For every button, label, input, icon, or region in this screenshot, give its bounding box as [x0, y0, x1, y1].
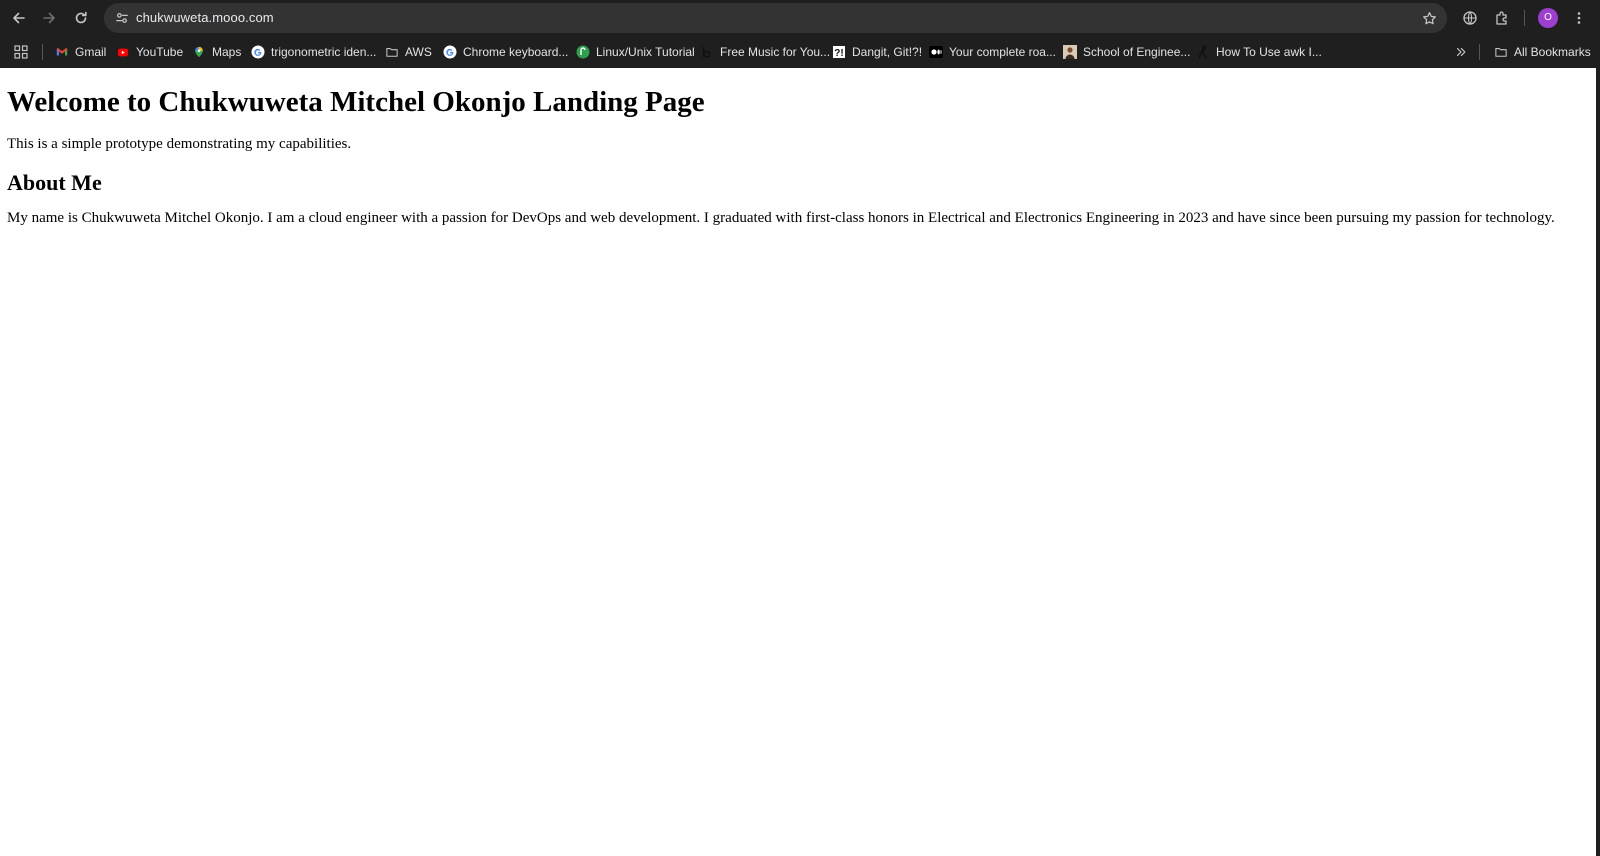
gmail-icon: [55, 45, 69, 59]
school-icon: [1063, 45, 1077, 59]
awk-icon: [1196, 45, 1210, 59]
google-icon: [251, 45, 265, 59]
reload-button[interactable]: [67, 4, 95, 32]
bensound-icon: [700, 45, 714, 59]
tune-icon: [116, 13, 128, 23]
bookmark-gmail[interactable]: Gmail: [55, 42, 106, 62]
bookmark-label: Gmail: [75, 45, 107, 59]
bookmark-label: Your complete roa...: [949, 45, 1056, 59]
bookmark-youtube[interactable]: YouTube: [116, 42, 183, 62]
url-text[interactable]: chukwuweta.mooo.com: [136, 3, 274, 33]
about-paragraph: My name is Chukwuweta Mitchel Okonjo. I …: [7, 210, 1555, 226]
bookmark-label: Maps: [212, 45, 242, 59]
arrow-right-icon: [43, 12, 55, 24]
bookmark-label: Chrome keyboard...: [463, 45, 569, 59]
maps-icon: [192, 45, 206, 59]
bookmark-label: School of Enginee...: [1083, 45, 1191, 59]
youtube-icon: [116, 45, 130, 59]
bookmark-dangit-git[interactable]: ?! Dangit, Git!?!: [832, 42, 922, 62]
lead-paragraph: This is a simple prototype demonstrating…: [7, 136, 352, 152]
more-vertical-icon: [1577, 12, 1581, 24]
apps-grid-icon: [14, 45, 28, 59]
menu-button[interactable]: [1565, 4, 1593, 32]
bookmark-how-to-use-awk[interactable]: How To Use awk I...: [1196, 42, 1322, 62]
folder-icon: [385, 45, 399, 59]
apps-button[interactable]: [14, 42, 28, 62]
profile-avatar[interactable]: O: [1538, 8, 1558, 28]
linux-tutorial-icon: [576, 45, 590, 59]
puzzle-icon: [1496, 11, 1507, 25]
bookmark-free-music[interactable]: Free Music for You...: [700, 42, 830, 62]
bookmark-star-button[interactable]: [1417, 6, 1441, 30]
back-button[interactable]: [5, 4, 33, 32]
bookmark-linux-unix-tutorial[interactable]: Linux/Unix Tutorial: [576, 42, 695, 62]
page-content: Welcome to Chukwuweta Mitchel Okonjo Lan…: [0, 68, 1596, 856]
more-bookmarks-button[interactable]: [1454, 42, 1468, 62]
bookmarks-divider: [42, 44, 43, 60]
bookmark-label: Free Music for You...: [720, 45, 831, 59]
site-info-button[interactable]: [110, 6, 134, 30]
bookmark-label: trigonometric iden...: [271, 45, 377, 59]
bookmark-maps[interactable]: Maps: [192, 42, 241, 62]
forward-button[interactable]: [35, 4, 63, 32]
google-icon: [443, 45, 457, 59]
folder-icon: [1494, 45, 1508, 59]
bookmark-school-of-engineering[interactable]: School of Enginee...: [1063, 42, 1190, 62]
double-chevron-right-icon: [1454, 45, 1468, 59]
medium-icon: [929, 45, 943, 59]
all-bookmarks-button[interactable]: All Bookmarks: [1494, 42, 1591, 62]
arrow-left-icon: [13, 12, 25, 24]
window-edge: [1596, 68, 1600, 856]
extensions-button[interactable]: [1488, 4, 1516, 32]
bookmark-label: YouTube: [136, 45, 184, 59]
bookmark-chrome-keyboard[interactable]: Chrome keyboard...: [443, 42, 568, 62]
address-bar[interactable]: chukwuweta.mooo.com: [104, 3, 1447, 33]
browser-toolbar: chukwuweta.mooo.com O: [0, 0, 1600, 36]
bookmark-trigonometric[interactable]: trigonometric iden...: [251, 42, 376, 62]
bookmark-label: AWS: [405, 45, 432, 59]
bookmark-label: Linux/Unix Tutorial: [596, 45, 695, 59]
bookmark-aws-folder[interactable]: AWS: [385, 42, 432, 62]
extension-globe-button[interactable]: [1456, 4, 1484, 32]
svg-text:?!: ?!: [834, 48, 843, 59]
all-bookmarks-label: All Bookmarks: [1514, 45, 1591, 59]
globe-icon: [1463, 11, 1477, 25]
bookmark-label: Dangit, Git!?!: [852, 45, 923, 59]
bookmarks-bar: Gmail YouTube Maps trigonometric iden...…: [0, 36, 1600, 68]
page-title: Welcome to Chukwuweta Mitchel Okonjo Lan…: [7, 86, 705, 118]
toolbar-divider: [1524, 10, 1525, 26]
dangit-git-icon: ?!: [832, 45, 846, 59]
bookmark-label: How To Use awk I...: [1216, 45, 1322, 59]
star-icon: [1422, 11, 1436, 24]
about-heading: About Me: [7, 170, 102, 195]
reload-icon: [75, 11, 87, 24]
bookmark-your-complete-roadmap[interactable]: Your complete roa...: [929, 42, 1056, 62]
bookmarks-divider: [1479, 44, 1480, 60]
